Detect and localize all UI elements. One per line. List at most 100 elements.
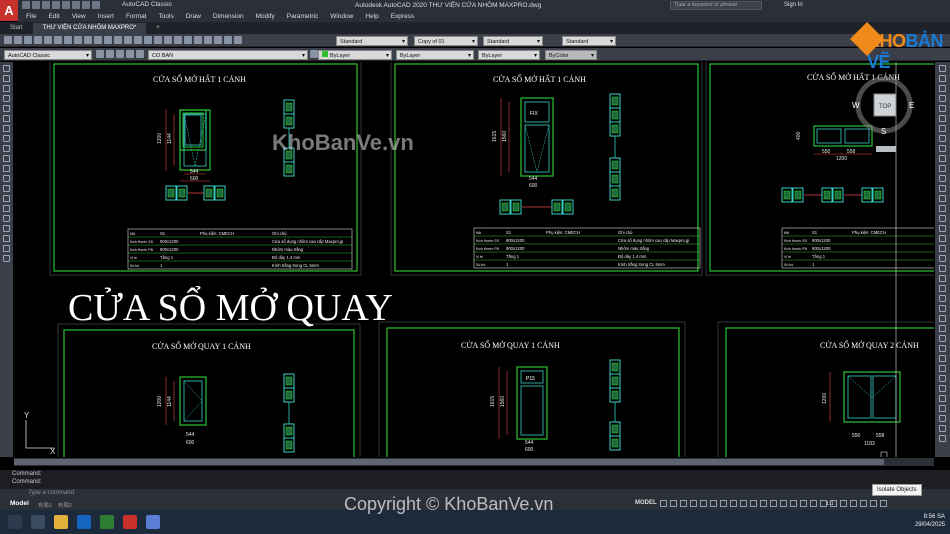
- join-icon[interactable]: [939, 195, 946, 202]
- customization-icon[interactable]: [880, 500, 887, 507]
- cut-icon[interactable]: [64, 36, 72, 44]
- viewcube-south[interactable]: S: [881, 127, 886, 136]
- undo-icon[interactable]: [939, 315, 946, 322]
- block-icon[interactable]: [104, 36, 112, 44]
- dim-style-select[interactable]: Copy of 01: [414, 36, 478, 47]
- transparency-icon[interactable]: [740, 500, 747, 507]
- copy-icon[interactable]: [939, 75, 946, 82]
- selection-cycling-icon[interactable]: [750, 500, 757, 507]
- break-icon[interactable]: [939, 185, 946, 192]
- table-icon[interactable]: [3, 235, 10, 242]
- system-clock[interactable]: 8:56 SA 29/04/2025: [905, 513, 945, 529]
- array-icon[interactable]: [939, 105, 946, 112]
- break-at-point-icon[interactable]: [939, 175, 946, 182]
- arc-icon[interactable]: [3, 115, 10, 122]
- menu-item-view[interactable]: View: [72, 13, 86, 20]
- trim-icon[interactable]: [939, 155, 946, 162]
- sign-in-button[interactable]: Sign In: [784, 2, 803, 8]
- mirror-icon[interactable]: [939, 85, 946, 92]
- zoom-window-icon[interactable]: [154, 36, 162, 44]
- move-icon[interactable]: [939, 115, 946, 122]
- open-icon[interactable]: [14, 36, 22, 44]
- properties-icon[interactable]: [939, 235, 946, 242]
- viewcube-east[interactable]: E: [909, 101, 914, 110]
- lineweight-select[interactable]: ByLayer: [478, 50, 540, 61]
- isodraft-icon[interactable]: [700, 500, 707, 507]
- pan-real-icon[interactable]: [939, 385, 946, 392]
- construction-line-icon[interactable]: [3, 75, 10, 82]
- measure-icon[interactable]: [939, 335, 946, 342]
- sun-icon[interactable]: [126, 50, 134, 58]
- menu-item-modify[interactable]: Modify: [256, 13, 275, 20]
- clean-screen-icon[interactable]: [870, 500, 877, 507]
- chamfer-icon[interactable]: [939, 205, 946, 212]
- sheet-set-icon[interactable]: [204, 36, 212, 44]
- line-icon[interactable]: [3, 65, 10, 72]
- chrome-icon[interactable]: [100, 515, 114, 529]
- grid-icon[interactable]: [660, 500, 667, 507]
- quickcalc-icon[interactable]: [939, 345, 946, 352]
- menu-item-dimension[interactable]: Dimension: [213, 13, 244, 20]
- make-current-icon[interactable]: [310, 50, 318, 58]
- gradient-icon[interactable]: [3, 215, 10, 222]
- saveas-icon[interactable]: [52, 1, 60, 9]
- mleader-style-select[interactable]: Standard: [562, 36, 616, 47]
- tab-model[interactable]: Model: [10, 500, 29, 507]
- lightbulb-icon[interactable]: [116, 50, 124, 58]
- pan-icon[interactable]: [939, 275, 946, 282]
- polygon-icon[interactable]: [3, 95, 10, 102]
- undo-icon[interactable]: [72, 1, 80, 9]
- menu-item-format[interactable]: Format: [126, 13, 147, 20]
- explode-icon[interactable]: [939, 225, 946, 232]
- outlook-icon[interactable]: [77, 515, 91, 529]
- redo-icon[interactable]: [939, 325, 946, 332]
- viewcube-settings-icon[interactable]: [939, 395, 946, 402]
- menu-item-parametric[interactable]: Parametric: [287, 13, 318, 20]
- menu-item-file[interactable]: File: [26, 13, 36, 20]
- properties-icon[interactable]: [174, 36, 182, 44]
- search-input[interactable]: Type a keyword or phrase: [670, 1, 762, 10]
- task-view-icon[interactable]: [31, 515, 45, 529]
- match-icon[interactable]: [94, 36, 102, 44]
- tab-drawing[interactable]: THƯ VIỆN CỬA NHÔM MAXPRO*: [32, 23, 147, 34]
- text-style-select[interactable]: Standard: [336, 36, 408, 47]
- multiline-text-icon[interactable]: [3, 245, 10, 252]
- scrollbar-thumb[interactable]: [14, 459, 884, 465]
- help-icon[interactable]: [939, 355, 946, 362]
- menu-item-draw[interactable]: Draw: [186, 13, 201, 20]
- annotation-visibility-icon[interactable]: [780, 500, 787, 507]
- rotate-icon[interactable]: [939, 125, 946, 132]
- circle-icon[interactable]: [3, 125, 10, 132]
- region-icon[interactable]: [3, 225, 10, 232]
- tab-layout1[interactable]: 布局1: [38, 501, 52, 509]
- zoom-app-icon[interactable]: [146, 515, 160, 529]
- zoom-extents-icon[interactable]: [939, 375, 946, 382]
- osnap-tracking-icon[interactable]: [710, 500, 717, 507]
- markup-icon[interactable]: [214, 36, 222, 44]
- steering-wheel-icon[interactable]: [939, 295, 946, 302]
- zoom-icon[interactable]: [144, 36, 152, 44]
- linetype-select[interactable]: ByLayer: [396, 50, 474, 61]
- print-icon[interactable]: [62, 1, 70, 9]
- menu-item-window[interactable]: Window: [330, 13, 353, 20]
- file-explorer-icon[interactable]: [54, 515, 68, 529]
- pan-icon[interactable]: [134, 36, 142, 44]
- autocad-logo-icon[interactable]: A: [0, 0, 18, 21]
- osnap-icon[interactable]: [720, 500, 727, 507]
- undo-icon[interactable]: [114, 36, 122, 44]
- horizontal-scrollbar[interactable]: [14, 458, 934, 466]
- isolate-objects-icon[interactable]: [850, 500, 857, 507]
- showmotion-icon[interactable]: [939, 305, 946, 312]
- help-icon[interactable]: [234, 36, 242, 44]
- revision-cloud-icon[interactable]: [3, 135, 10, 142]
- make-block-icon[interactable]: [3, 185, 10, 192]
- new-icon[interactable]: [22, 1, 30, 9]
- workspace-switcher[interactable]: AutoCAD Classic: [122, 1, 172, 8]
- publish-icon[interactable]: [54, 36, 62, 44]
- zoom-dynamic-icon[interactable]: [939, 435, 946, 442]
- design-center-icon[interactable]: [184, 36, 192, 44]
- workspace-settings-icon[interactable]: [96, 50, 104, 58]
- paste-icon[interactable]: [84, 36, 92, 44]
- viewcube[interactable]: TOP W E S: [852, 76, 914, 152]
- preview-icon[interactable]: [44, 36, 52, 44]
